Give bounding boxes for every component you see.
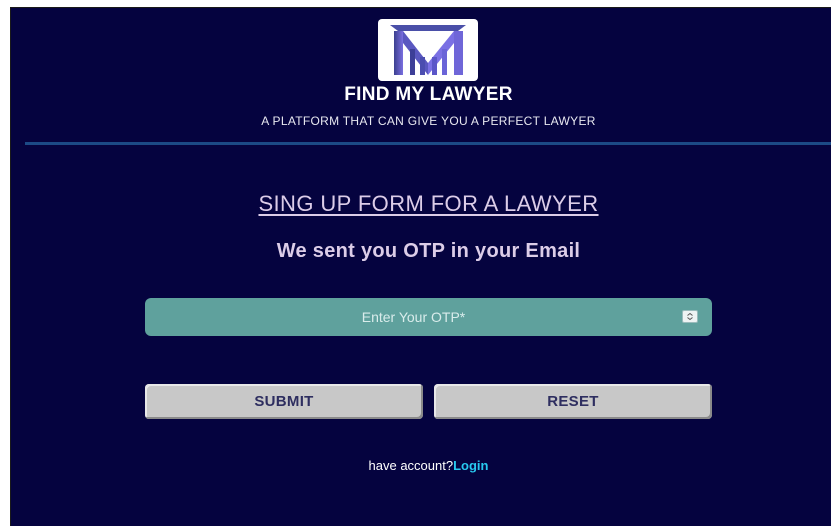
signup-page: FIND MY LAWYER A PLATFORM THAT CAN GIVE … — [10, 7, 831, 526]
tagline: A PLATFORM THAT CAN GIVE YOU A PERFECT L… — [261, 114, 596, 128]
header-divider — [25, 142, 831, 145]
submit-button[interactable]: SUBMIT — [145, 384, 423, 419]
have-account-text: have account? — [368, 458, 454, 473]
otp-field[interactable] — [145, 298, 712, 336]
number-spinner-icon[interactable] — [682, 310, 698, 323]
browser-viewport: FIND MY LAWYER A PLATFORM THAT CAN GIVE … — [0, 0, 831, 528]
login-prompt: have account?Login — [11, 458, 831, 473]
law-firm-logo-icon — [378, 19, 478, 81]
brand-name: FIND MY LAWYER — [344, 84, 513, 105]
otp-input[interactable] — [145, 298, 712, 336]
login-link[interactable]: Login — [453, 458, 488, 473]
form-title: SING UP FORM FOR A LAWYER — [258, 191, 599, 216]
otp-message: We sent you OTP in your Email — [276, 240, 581, 262]
reset-button[interactable]: RESET — [434, 384, 712, 419]
